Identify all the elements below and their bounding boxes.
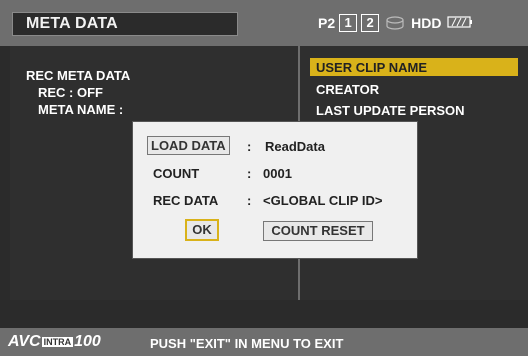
load-data-value: ReadData [265, 139, 325, 154]
logo-avc: AVC [8, 333, 41, 350]
page-title: META DATA [26, 15, 118, 32]
footer-message: PUSH "EXIT" IN MENU TO EXIT [150, 336, 344, 351]
media-status: P2 1 2 HDD [318, 13, 473, 33]
logo-intra: INTRA [41, 337, 74, 347]
menu-item-creator[interactable]: CREATOR [316, 82, 379, 97]
hdd-label: HDD [411, 15, 442, 31]
battery-icon [447, 15, 473, 31]
avc-intra-logo: AVC INTRA 100 [8, 333, 101, 351]
p2-label: P2 [318, 15, 336, 31]
meta-name-label: META NAME : [38, 102, 124, 117]
load-data-dialog: LOAD DATA : ReadData COUNT : 0001 REC DA… [132, 121, 418, 259]
count-separator: : [247, 166, 252, 181]
logo-number: 100 [74, 333, 101, 350]
disk-icon [385, 16, 405, 30]
rec-data-label: REC DATA [153, 193, 219, 208]
rec-off-status: REC : OFF [38, 85, 103, 100]
count-value: 0001 [263, 166, 292, 181]
load-data-button[interactable]: LOAD DATA [147, 136, 230, 155]
menu-item-last-update-person[interactable]: LAST UPDATE PERSON [316, 103, 465, 118]
slot-2-indicator: 2 [361, 14, 380, 32]
ok-button[interactable]: OK [185, 219, 219, 241]
rec-meta-data-label: REC META DATA [26, 68, 131, 83]
count-reset-button[interactable]: COUNT RESET [263, 221, 373, 241]
count-label: COUNT [153, 166, 200, 181]
menu-item-user-clip-name[interactable]: USER CLIP NAME [316, 60, 427, 75]
slot-1-indicator: 1 [339, 14, 358, 32]
rec-data-value: <GLOBAL CLIP ID> [263, 193, 383, 208]
load-data-separator: : [247, 139, 252, 154]
rec-data-separator: : [247, 193, 252, 208]
camera-lcd-screen: META DATA P2 1 2 HDD REC META DATA REC :… [0, 0, 528, 356]
